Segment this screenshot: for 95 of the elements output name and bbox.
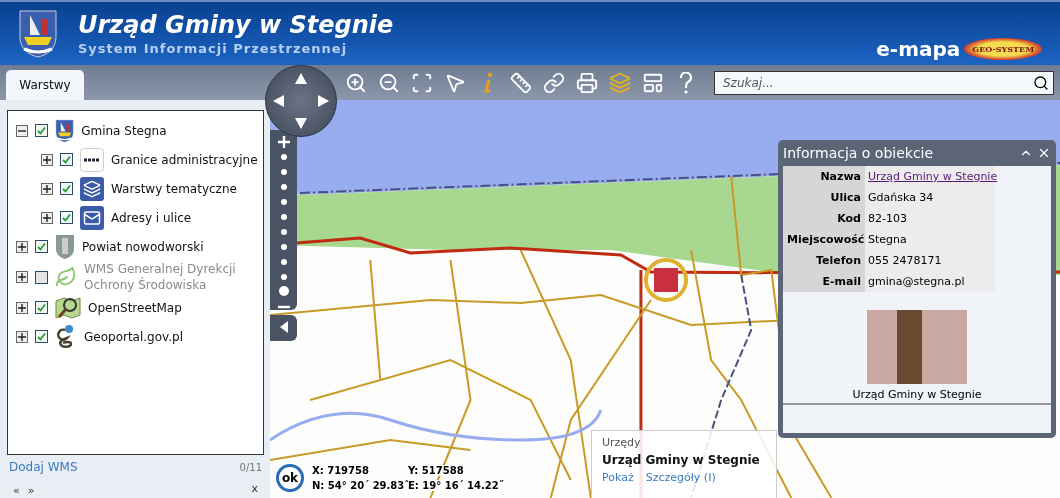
map-magnifier-icon [55,294,81,321]
layer-label: WMS Generalnej Dyrekcji Ochrony Środowiska [84,261,237,293]
result-category: Urzędy [602,436,642,449]
layer-label: Warstwy tematyczne [111,180,237,197]
field-label: Telefon [783,250,865,271]
expand-toggle[interactable] [16,240,28,253]
field-value: 055 2478171 [865,250,995,271]
close-icon[interactable] [1037,146,1051,160]
brand-badge: GEO-SYSTEM [964,38,1042,60]
left-triangle-icon [278,320,289,333]
previous-button[interactable]: « [9,484,24,497]
coat-of-arms-icon [18,8,58,59]
right-triangle-icon [316,94,330,108]
plus-icon [18,242,26,251]
expand-toggle[interactable] [16,301,28,314]
latitude: N: 54° 20´ 29.83˝ [312,480,410,491]
layers-icon [80,176,104,201]
up-triangle-icon [294,72,308,86]
plus-icon [18,273,26,281]
info-window-title: Informacja o obiekcie [783,145,935,161]
layer-label: OpenStreetMap [88,299,182,316]
checkmark-icon [37,126,46,135]
field-link[interactable]: Urząd Gminy w Stegnie [865,166,995,187]
envelope-icon [80,205,104,230]
field-label: E-mail [783,271,865,292]
result-name: Urząd Gminy w Stegnie [602,452,760,468]
checkbox[interactable] [35,240,48,253]
link-icon[interactable] [542,70,566,95]
field-value: Gdańska 34 [865,187,995,208]
next-button[interactable]: » [23,484,39,497]
search-icon[interactable] [1033,75,1049,91]
plus-icon [43,184,51,193]
coat-of-arms-icon [55,118,75,143]
pan-left-button[interactable] [272,94,286,108]
brand-logo-text: e-mapa [876,37,961,61]
x-coordinate: X: 719758 [312,465,369,476]
search-field[interactable]: Szukaj... [714,71,1054,95]
crest-icon [55,233,75,260]
layer-label: Adresy i ulice [111,209,192,226]
location-marker[interactable] [643,258,689,302]
plus-icon [18,332,26,341]
longitude: E: 19° 16´ 14.22˝ [408,480,504,491]
checkmark-icon [62,155,71,164]
layer-label: Powiat nowodworski [82,238,204,255]
checkbox[interactable] [60,182,73,195]
checkbox[interactable] [35,124,48,137]
app-title: Urząd Gminy w Stegnie [78,11,395,39]
pan-down-button[interactable] [294,116,308,130]
zoom-thumb[interactable] [278,285,289,296]
app-subtitle: System Informacji Przestrzennej [78,41,349,56]
plus-icon [43,213,51,222]
checkmark-icon [62,184,71,193]
field-label: Kod [783,208,865,229]
close-button[interactable]: x [247,482,262,495]
field-value: 82-103 [865,208,995,229]
zoom-in-button[interactable] [275,136,292,148]
plus-icon [277,136,290,148]
collapse-toggle[interactable] [16,124,28,137]
down-triangle-icon [294,116,308,130]
tab[interactable]: Warstwy [6,70,84,100]
field-label: Miejscowość [783,229,865,250]
left-triangle-icon [272,94,286,108]
leaf-icon [55,266,77,288]
layer-label: Gmina Stegna [81,122,167,139]
checkbox[interactable] [35,301,48,314]
photo-caption: Urząd Gminy w Stegnie [851,388,983,401]
result-link[interactable]: Szczegóły (I) [645,471,716,484]
checkmark-icon [37,242,46,251]
printer-icon[interactable] [575,70,599,95]
ruler-icon[interactable] [509,70,533,95]
checkbox[interactable] [60,211,73,224]
layer-count: 0/11 [239,461,262,473]
expand-toggle[interactable] [41,153,53,166]
checkmark-icon [62,213,71,222]
expand-toggle[interactable] [41,211,53,224]
checkbox[interactable] [35,330,48,343]
field-value: Stegna [865,229,995,250]
result-link[interactable]: Pokaż [602,471,634,484]
checkbox[interactable] [60,153,73,166]
layer-label: Granice administracyjne [111,151,258,168]
plus-icon [43,155,51,164]
field-label: Ulica [783,187,865,208]
plus-icon [18,303,26,312]
field-label: Nazwa [783,166,865,187]
layer-label: Geoportal.gov.pl [84,328,184,345]
checkmark-icon [37,303,46,312]
field-value: gmina@stegna.pl [865,271,995,292]
collapse-panel-button[interactable] [270,315,297,341]
expand-toggle[interactable] [16,330,28,343]
y-coordinate: Y: 517588 [408,465,464,476]
pan-right-button[interactable] [316,94,330,108]
checkmark-icon [37,332,46,341]
add-wms-link[interactable]: Dodaj WMS [9,460,78,474]
expand-toggle[interactable] [41,182,53,195]
pan-up-button[interactable] [294,72,308,86]
